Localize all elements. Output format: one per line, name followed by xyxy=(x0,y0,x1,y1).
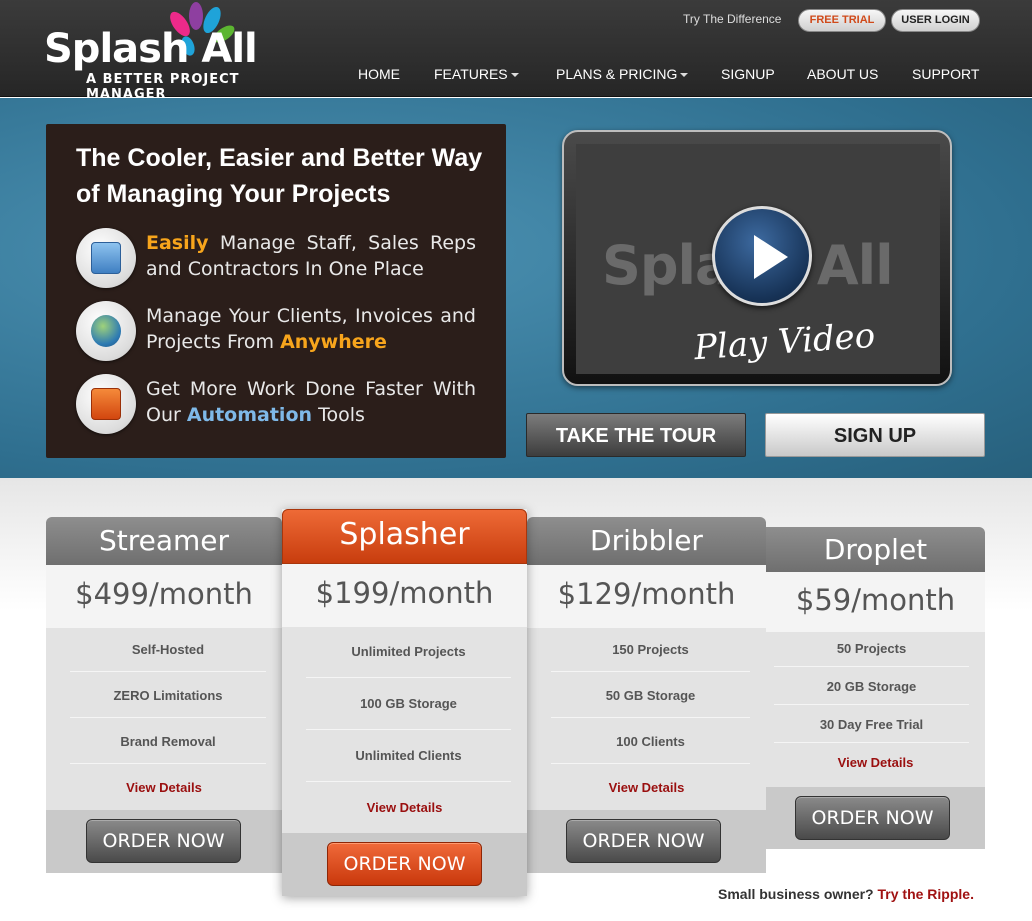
view-details-link[interactable]: View Details xyxy=(46,780,282,795)
plan-feature: 20 GB Storage xyxy=(826,679,917,694)
nav-support[interactable]: SUPPORT xyxy=(912,66,979,82)
divider xyxy=(774,704,969,705)
plan-feature: 150 Projects xyxy=(612,642,689,657)
order-now-button[interactable]: ORDER NOW xyxy=(795,796,950,840)
plan-name: Splasher xyxy=(282,509,527,564)
plan-price: $499/month xyxy=(46,565,282,628)
feature-text-end: Tools xyxy=(312,404,365,426)
footer-question: Small business owner? xyxy=(718,886,874,902)
play-video-label: Play Video xyxy=(692,315,877,369)
free-trial-button[interactable]: FREE TRIAL xyxy=(798,9,886,32)
plan-price: $59/month xyxy=(766,572,985,632)
nav-home[interactable]: HOME xyxy=(358,66,400,82)
divider xyxy=(70,671,266,672)
plan-feature: ZERO Limitations xyxy=(113,688,223,703)
nav-signup[interactable]: SIGNUP xyxy=(721,66,775,82)
sign-up-button[interactable]: SIGN UP xyxy=(765,413,985,457)
plan-card-droplet: Droplet $59/month 50 Projects 20 GB Stor… xyxy=(766,527,985,849)
chevron-down-icon xyxy=(510,73,519,77)
nav-features[interactable]: FEATURES xyxy=(434,66,519,82)
plan-feature: Unlimited Clients xyxy=(355,748,462,763)
view-details-link[interactable]: View Details xyxy=(766,755,985,770)
plan-name: Droplet xyxy=(766,527,985,572)
globe-icon xyxy=(76,301,136,361)
plan-card-dribbler: Dribbler $129/month 150 Projects 50 GB S… xyxy=(527,517,766,873)
feature-item: Easily Manage Staff, Sales Reps and Cont… xyxy=(76,228,486,292)
user-login-button[interactable]: USER LOGIN xyxy=(891,9,980,32)
divider xyxy=(70,763,266,764)
view-details-link[interactable]: View Details xyxy=(282,800,527,815)
try-the-ripple-link[interactable]: Try the Ripple. xyxy=(878,886,974,902)
plan-price: $129/month xyxy=(527,565,766,628)
feature-highlight: Automation xyxy=(186,404,313,426)
hero-title: The Cooler, Easier and Better Way of Man… xyxy=(76,144,483,208)
plan-card-streamer: Streamer $499/month Self-Hosted ZERO Lim… xyxy=(46,517,282,873)
chevron-down-icon xyxy=(680,73,689,77)
logo[interactable]: Splash All A BETTER PROJECT MANAGER xyxy=(44,2,276,102)
video-player[interactable]: Splash All Play Video xyxy=(562,130,952,386)
order-now-button[interactable]: ORDER NOW xyxy=(566,819,721,863)
plan-feature: 100 Clients xyxy=(616,734,685,749)
feature-item: Get More Work Done Faster With Our Autom… xyxy=(76,374,486,438)
view-details-link[interactable]: View Details xyxy=(527,780,766,795)
divider xyxy=(551,717,750,718)
site-header: Splash All A BETTER PROJECT MANAGER Try … xyxy=(0,0,1032,102)
feature-item: Manage Your Clients, Invoices and Projec… xyxy=(76,301,486,365)
divider xyxy=(70,717,266,718)
feature-highlight: Anywhere xyxy=(280,331,387,353)
nav-about-us[interactable]: ABOUT US xyxy=(807,66,878,82)
nav-plans-pricing[interactable]: PLANS & PRICING xyxy=(556,66,689,82)
order-now-button[interactable]: ORDER NOW xyxy=(327,842,482,886)
plan-card-splasher: Splasher $199/month Unlimited Projects 1… xyxy=(282,509,527,896)
plan-name: Streamer xyxy=(46,517,282,565)
divider xyxy=(774,666,969,667)
take-the-tour-button[interactable]: TAKE THE TOUR xyxy=(526,413,746,457)
nav-plans-label: PLANS & PRICING xyxy=(556,66,678,82)
divider xyxy=(306,677,511,678)
plan-feature: 50 GB Storage xyxy=(605,688,696,703)
divider xyxy=(551,763,750,764)
gear-icon xyxy=(76,374,136,434)
logo-text: Splash All xyxy=(44,26,258,72)
divider xyxy=(551,671,750,672)
divider xyxy=(774,742,969,743)
video-screen: Splash All Play Video xyxy=(576,144,940,374)
play-icon[interactable] xyxy=(712,206,812,306)
plan-feature: Self-Hosted xyxy=(131,642,205,657)
feature-highlight: Easily xyxy=(146,232,209,254)
plan-price: $199/month xyxy=(282,564,527,627)
plan-feature: 50 Projects xyxy=(836,641,907,656)
nav-features-label: FEATURES xyxy=(434,66,508,82)
order-now-button[interactable]: ORDER NOW xyxy=(86,819,241,863)
cabinet-icon xyxy=(76,228,136,288)
plan-feature: 30 Day Free Trial xyxy=(819,717,924,732)
plan-feature: 100 GB Storage xyxy=(360,696,457,711)
footer-note: Small business owner? Try the Ripple. xyxy=(718,886,974,902)
plan-feature: Unlimited Projects xyxy=(351,644,466,659)
try-the-difference-link[interactable]: Try The Difference xyxy=(683,12,781,26)
divider xyxy=(306,729,511,730)
plan-name: Dribbler xyxy=(527,517,766,565)
plan-feature: Brand Removal xyxy=(120,734,216,749)
hero-section: The Cooler, Easier and Better Way of Man… xyxy=(0,98,1032,478)
divider xyxy=(306,781,511,782)
hero-feature-box: The Cooler, Easier and Better Way of Man… xyxy=(46,124,506,458)
